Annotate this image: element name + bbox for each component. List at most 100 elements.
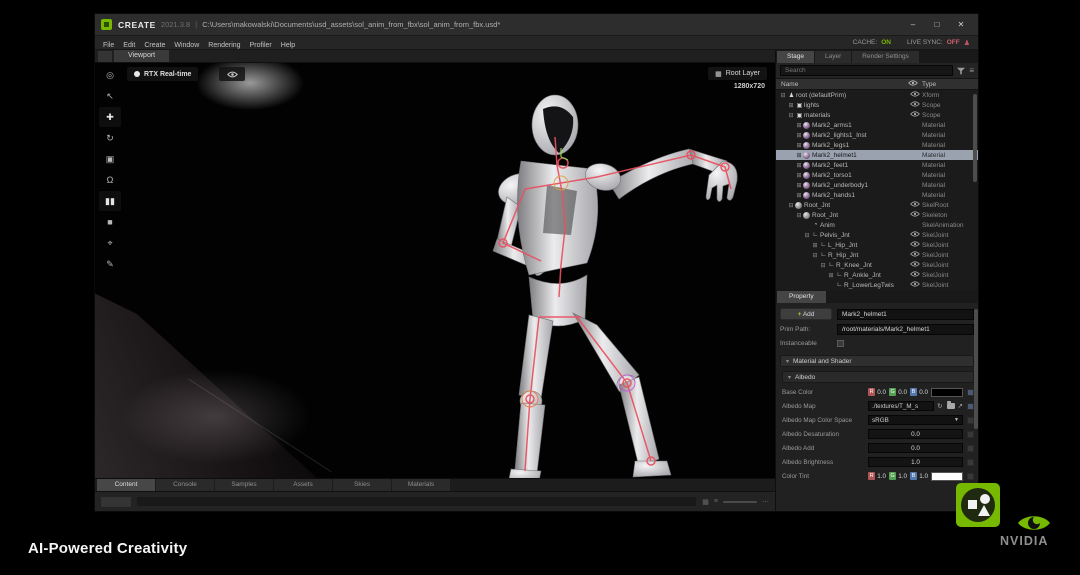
expander-icon[interactable]: ⊟ [787, 112, 795, 119]
menu-item-help[interactable]: Help [281, 42, 295, 49]
stage-tree-row[interactable]: ⊞ Mark2_helmet1 Material [776, 150, 978, 160]
tool-scale-icon[interactable]: ▣ [99, 149, 121, 169]
color-space-dropdown[interactable]: sRGB▼ [868, 415, 963, 425]
refresh-icon[interactable]: ↻ [937, 402, 942, 410]
expander-icon[interactable]: ⊞ [795, 192, 803, 199]
menu-item-rendering[interactable]: Rendering [208, 42, 240, 49]
maximize-icon[interactable]: □ [926, 18, 948, 32]
open-external-icon[interactable]: ↗ [958, 402, 963, 410]
tool-paint-icon[interactable]: ✎ [99, 254, 121, 274]
content-options-icon[interactable]: ⋯ [762, 498, 769, 506]
stage-options-icon[interactable]: ≡ [969, 67, 974, 75]
parameter-checkbox[interactable] [967, 459, 974, 466]
expander-icon[interactable]: ⊟ [803, 232, 811, 239]
menu-item-create[interactable]: Create [144, 42, 165, 49]
name-column-header[interactable]: Name [776, 81, 908, 88]
list-view-icon[interactable]: ≡ [714, 498, 718, 505]
stage-tree-row[interactable]: ⊟ Root_Jnt Skeleton [776, 210, 978, 220]
stage-scrollbar[interactable] [973, 94, 977, 182]
stage-tree-row[interactable]: ⊞ Mark2_arms1 Material [776, 120, 978, 130]
stage-tree-row[interactable]: ⊞ Mark2_feet1 Material [776, 160, 978, 170]
content-path-bar[interactable] [137, 497, 696, 506]
bottom-tab-materials[interactable]: Materials [392, 479, 450, 491]
expander-icon[interactable]: ⊞ [827, 272, 835, 279]
stage-tree-row[interactable]: ⊟ ♟ root (defaultPrim) Xform [776, 90, 978, 100]
stage-tree-row[interactable]: ⊟ ∟ R_Knee_Jnt SkelJoint [776, 260, 978, 270]
expander-icon[interactable]: ⊟ [819, 262, 827, 269]
stage-tree-row[interactable]: ⊟ Root_Jnt SkelRoot [776, 200, 978, 210]
b-channel-chip[interactable]: B [910, 472, 917, 480]
bottom-tab-console[interactable]: Console [156, 479, 214, 491]
visibility-eye-icon[interactable] [908, 271, 922, 279]
visibility-eye-icon[interactable] [908, 241, 922, 249]
visibility-eye-icon[interactable] [908, 201, 922, 209]
omniverse-app-icon[interactable] [956, 483, 1000, 527]
tab-stage[interactable]: Stage [777, 51, 814, 63]
stage-tree-row[interactable]: ⊞ Mark2_underbody1 Material [776, 180, 978, 190]
parameter-checkbox[interactable] [967, 445, 974, 452]
expander-icon[interactable]: ⊟ [811, 252, 819, 259]
stage-tree-row[interactable]: ⊞ ▣ lights Scope [776, 100, 978, 110]
tool-select-icon[interactable]: ↖ [99, 86, 121, 106]
stage-tree-row[interactable]: ⊟ ∟ Pelvis_Jnt SkelJoint [776, 230, 978, 240]
root-layer-button[interactable]: ▦ Root Layer [708, 67, 767, 80]
renderer-button[interactable]: RTX Real-time [127, 67, 198, 81]
stage-tree-row[interactable]: ∟ R_LowerLegTwis SkelJoint [776, 280, 978, 290]
bottom-tab-samples[interactable]: Samples [215, 479, 273, 491]
tool-pause-icon[interactable]: ▮▮ [99, 191, 121, 211]
stage-tree-row[interactable]: ⊞ Mark2_lights1_Inst Material [776, 130, 978, 140]
visibility-eye-icon[interactable] [908, 211, 922, 219]
visibility-eye-icon[interactable] [908, 101, 922, 109]
number-field[interactable]: 0.0 [868, 443, 963, 453]
robot-character[interactable] [427, 65, 772, 478]
menu-item-file[interactable]: File [103, 42, 114, 49]
tool-target-icon[interactable]: ⌖ [99, 233, 121, 253]
material-shader-section-header[interactable]: ▾ Material and Shader [780, 355, 974, 367]
parameter-checkbox[interactable] [967, 473, 974, 480]
grid-view-icon[interactable]: ▦ [702, 498, 709, 506]
visibility-eye-icon[interactable] [908, 231, 922, 239]
texture-path-field[interactable]: ./textures/T_M_s [868, 401, 934, 411]
content-breadcrumb[interactable] [101, 497, 131, 507]
visibility-eye-icon[interactable] [908, 251, 922, 259]
expander-icon[interactable]: ⊞ [795, 172, 803, 179]
expander-icon[interactable]: ⊞ [795, 152, 803, 159]
expander-icon[interactable]: ⊞ [795, 182, 803, 189]
minimize-icon[interactable]: – [902, 18, 924, 32]
expander-icon[interactable]: ⊟ [779, 92, 787, 99]
expander-icon[interactable]: ⊟ [795, 212, 803, 219]
tool-snap-icon[interactable]: Ω [99, 170, 121, 190]
tab-render-settings[interactable]: Render Settings [852, 51, 919, 63]
number-field[interactable]: 1.0 [868, 457, 963, 467]
g-channel-chip[interactable]: G [889, 472, 896, 480]
stage-tree-row[interactable]: ⊞ ∟ L_Hip_Jnt SkelJoint [776, 240, 978, 250]
stage-tree-row[interactable]: ⊟ ▣ materials Scope [776, 110, 978, 120]
viewport-canvas[interactable]: ◎↖✚↻▣Ω▮▮■⌖✎ RTX Real-time ▦ Root Layer [95, 63, 775, 478]
expander-icon[interactable]: ⊞ [795, 142, 803, 149]
b-channel-chip[interactable]: B [910, 388, 917, 396]
expander-icon[interactable]: ⊞ [795, 132, 803, 139]
tool-move-icon[interactable]: ✚ [99, 107, 121, 127]
tool-stop-icon[interactable]: ■ [99, 212, 121, 232]
type-column-header[interactable]: Type [922, 81, 978, 88]
parameter-checkbox[interactable] [967, 431, 974, 438]
expander-icon[interactable]: ⊞ [787, 102, 795, 109]
thumbnail-size-slider[interactable] [723, 501, 757, 503]
prim-path-field[interactable]: /root/materials/Mark2_helmet1 [837, 324, 974, 335]
r-channel-chip[interactable]: R [868, 388, 875, 396]
menu-item-profiler[interactable]: Profiler [250, 42, 272, 49]
tab-property[interactable]: Property [777, 291, 826, 303]
prim-name-field[interactable]: Mark2_helmet1 [837, 309, 974, 320]
tool-rotate-icon[interactable]: ↻ [99, 128, 121, 148]
visibility-eye-icon[interactable] [908, 261, 922, 269]
color-swatch[interactable] [931, 388, 963, 397]
stage-tree-row[interactable]: ⊞ Mark2_legs1 Material [776, 140, 978, 150]
menu-item-window[interactable]: Window [174, 42, 199, 49]
stage-tree-row[interactable]: ⊞ Mark2_hands1 Material [776, 190, 978, 200]
visibility-eye-icon[interactable] [908, 111, 922, 119]
expander-icon[interactable]: ⊟ [787, 202, 795, 209]
stage-tree-row[interactable]: ⊞ ∟ R_Ankle_Jnt SkelJoint [776, 270, 978, 280]
search-input[interactable]: Search [780, 65, 953, 76]
stage-tree-row[interactable]: ◔ Anim SkelAnimation [776, 220, 978, 230]
visibility-eye-icon[interactable] [908, 281, 922, 289]
